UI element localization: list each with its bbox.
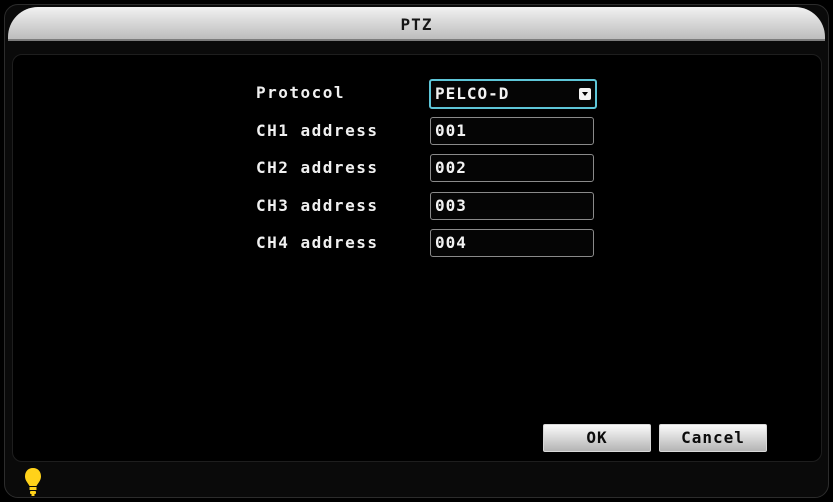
settings-panel	[12, 54, 822, 462]
ch1-address-field[interactable]: 001	[430, 117, 594, 145]
ok-button[interactable]: OK	[543, 424, 651, 452]
ch4-address-field[interactable]: 004	[430, 229, 594, 257]
protocol-select-value: PELCO-D	[435, 84, 510, 103]
lightbulb-icon	[25, 468, 41, 496]
ch2-address-field[interactable]: 002	[430, 154, 594, 182]
ch3-address-label: CH3 address	[256, 196, 379, 215]
ch1-address-label: CH1 address	[256, 121, 379, 140]
ch2-address-label: CH2 address	[256, 158, 379, 177]
protocol-select[interactable]: PELCO-D	[429, 79, 597, 109]
ch4-address-label: CH4 address	[256, 233, 379, 252]
ch3-address-field[interactable]: 003	[430, 192, 594, 220]
protocol-label: Protocol	[256, 83, 346, 102]
ptz-screen: PTZ Protocol PELCO-D CH1 address 001 CH2…	[0, 0, 833, 502]
window-title: PTZ	[400, 15, 433, 34]
title-bar: PTZ	[8, 7, 825, 41]
cancel-button[interactable]: Cancel	[659, 424, 767, 452]
dropdown-arrow-icon[interactable]	[579, 88, 591, 100]
